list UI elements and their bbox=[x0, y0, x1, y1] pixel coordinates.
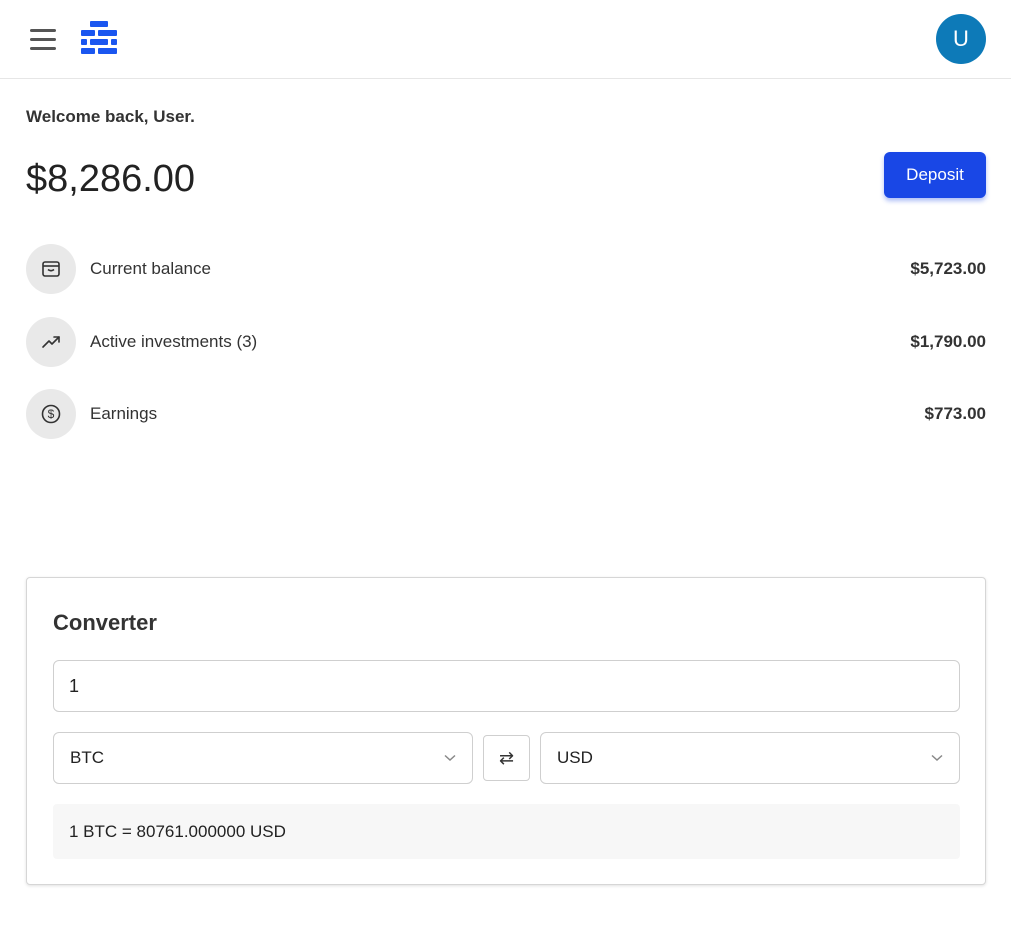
from-currency-select[interactable]: BTC bbox=[53, 732, 473, 784]
wallet-icon bbox=[26, 244, 76, 294]
trending-up-icon bbox=[26, 317, 76, 367]
dollar-circle-icon: $ bbox=[26, 389, 76, 439]
brick-logo-icon[interactable] bbox=[80, 20, 118, 56]
chevron-down-icon bbox=[931, 754, 943, 762]
stat-current-balance: Current balance $5,723.00 bbox=[26, 244, 986, 294]
stat-value: $773.00 bbox=[924, 404, 986, 423]
svg-text:$: $ bbox=[48, 407, 55, 421]
stat-active-investments: Active investments (3) $1,790.00 bbox=[26, 317, 986, 367]
stat-label: Earnings bbox=[90, 404, 158, 423]
converter-title: Converter bbox=[53, 610, 157, 635]
swap-arrows-icon: ⇄ bbox=[498, 747, 515, 768]
hamburger-menu-icon[interactable] bbox=[26, 24, 62, 54]
stat-label: Current balance bbox=[90, 259, 211, 278]
to-currency-select[interactable]: USD bbox=[540, 732, 960, 784]
deposit-button[interactable]: Deposit bbox=[884, 152, 986, 198]
stat-value: $1,790.00 bbox=[910, 332, 986, 351]
amount-input[interactable] bbox=[53, 660, 960, 712]
stat-label: Active investments (3) bbox=[90, 332, 258, 351]
avatar[interactable]: U bbox=[936, 14, 986, 64]
conversion-result: 1 BTC = 80761.000000 USD bbox=[53, 804, 960, 859]
from-currency-value: BTC bbox=[70, 748, 104, 767]
welcome-message: Welcome back, User. bbox=[26, 107, 195, 126]
stat-value: $5,723.00 bbox=[910, 259, 986, 278]
top-bar: U bbox=[0, 0, 1011, 79]
stat-earnings: $ Earnings $773.00 bbox=[26, 389, 986, 439]
chevron-down-icon bbox=[444, 754, 456, 762]
to-currency-value: USD bbox=[557, 748, 593, 767]
swap-button[interactable]: ⇄ bbox=[483, 735, 530, 781]
total-balance: $8,286.00 bbox=[26, 158, 196, 200]
converter-card: Converter BTC ⇄ USD 1 BTC = 80761.000000… bbox=[26, 577, 986, 885]
